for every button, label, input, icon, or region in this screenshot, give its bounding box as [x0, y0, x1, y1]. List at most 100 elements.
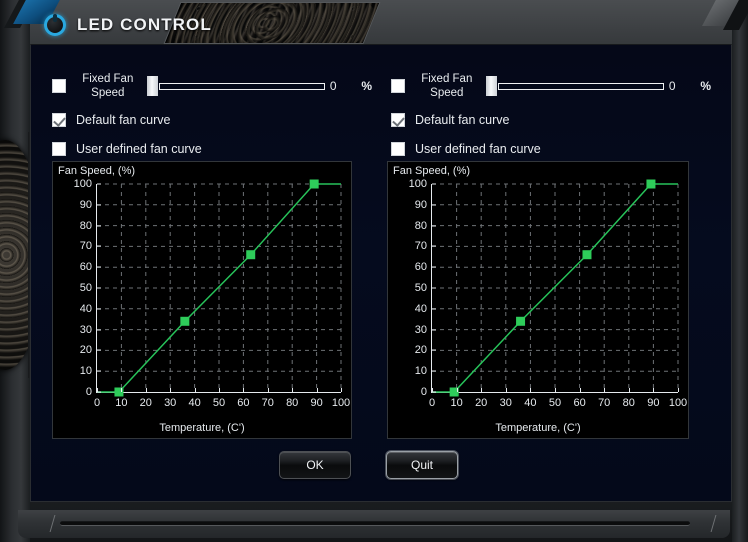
- chart-y-tick-mark: [432, 308, 436, 310]
- fixed-fan-speed-label-left: Fixed Fan Speed: [77, 72, 139, 100]
- chart-x-tick-mark: [653, 388, 655, 392]
- chart-plot-area-left[interactable]: 0 10 20 30 40 50 60 70 80 90 100 0 10 20 30 40 50 60 70 80 9…: [74, 178, 351, 409]
- user-defined-fan-curve-row-right[interactable]: User defined fan curve: [391, 142, 541, 156]
- knob-icon: [44, 14, 66, 36]
- fixed-fan-speed-checkbox-right[interactable]: [391, 79, 405, 93]
- fixed-fan-speed-label-right: Fixed Fan Speed: [416, 72, 478, 100]
- slider-thumb[interactable]: [485, 76, 497, 96]
- content-panel: Fixed Fan Speed 0 % Default fan curve Us…: [30, 44, 732, 502]
- chart-x-tick-mark: [316, 388, 318, 392]
- chart-x-tick-label: 60: [237, 397, 250, 409]
- fixed-fan-speed-slider-left[interactable]: [146, 75, 325, 97]
- chart-x-tick-label: 0: [93, 397, 101, 409]
- fan-curve-chart-left[interactable]: Fan Speed, (%) 0 10 20 30 40 50 60 70 80 90 100 0 10…: [52, 161, 352, 439]
- chart-x-tick-label: 50: [548, 397, 562, 409]
- chart-x-tick-mark: [219, 388, 220, 392]
- grill-screw-icon: [349, 35, 355, 38]
- chart-x-tick-mark: [267, 388, 269, 392]
- chart-x-tick-label: 20: [475, 397, 488, 409]
- chart-y-tick-mark: [432, 204, 436, 206]
- page-title: LED CONTROL: [77, 15, 212, 34]
- chart-y-tick-label: 70: [414, 240, 427, 253]
- chart-y-tick-mark: [432, 329, 436, 331]
- chart-y-tick-mark: [97, 329, 101, 331]
- chart-y-axis-title-left: Fan Speed, (%): [58, 165, 136, 177]
- chart-x-tick-mark: [292, 388, 294, 392]
- chart-x-tick-mark: [170, 388, 172, 392]
- fixed-fan-speed-checkbox-left[interactable]: [52, 79, 66, 93]
- chart-y-tick-label: 10: [79, 365, 92, 378]
- fixed-fan-speed-unit-left: %: [361, 79, 372, 93]
- fixed-fan-speed-value-right: 0: [668, 79, 676, 93]
- chart-y-tick-label: 20: [79, 344, 92, 357]
- chart-x-tick-label: 70: [261, 397, 274, 409]
- chart-x-tick-label: 100: [668, 397, 688, 409]
- chart-x-axis-title-right: Temperature, (C'): [495, 422, 581, 434]
- grill-screw-icon: [196, 7, 201, 10]
- chart-y-tick-mark: [432, 245, 436, 247]
- chart-x-tick-label: 30: [499, 397, 512, 409]
- default-fan-curve-row-left[interactable]: Default fan curve: [52, 113, 171, 127]
- fixed-fan-speed-label-line2: Speed: [91, 87, 125, 99]
- chart-x-tick-mark: [481, 388, 483, 392]
- fixed-fan-speed-slider-right[interactable]: [485, 75, 664, 97]
- fixed-fan-speed-label-line2: Speed: [430, 87, 464, 99]
- fixed-fan-speed-label-line1: Fixed Fan: [82, 73, 134, 85]
- chart-y-tick-label: 100: [73, 178, 92, 190]
- fan-panel-right: Fixed Fan Speed 0 % Default fan curve Us…: [382, 45, 731, 445]
- chart-y-tick-label: 50: [79, 282, 92, 294]
- user-defined-fan-curve-label-left: User defined fan curve: [76, 142, 202, 156]
- fixed-fan-speed-row-left: Fixed Fan Speed 0 %: [52, 66, 372, 106]
- chart-y-tick-label: 70: [79, 240, 92, 253]
- chart-y-tick-mark: [97, 204, 101, 206]
- user-defined-fan-curve-checkbox-right[interactable]: [391, 142, 405, 156]
- fixed-fan-speed-label-line1: Fixed Fan: [421, 73, 473, 85]
- chart-x-tick-mark: [505, 388, 507, 392]
- chart-y-tick-mark: [97, 349, 101, 351]
- user-defined-fan-curve-row-left[interactable]: User defined fan curve: [52, 142, 202, 156]
- dialog-button-row: OK Quit: [31, 445, 731, 495]
- chart-y-tick-mark: [432, 370, 436, 372]
- user-defined-fan-curve-label-right: User defined fan curve: [415, 142, 541, 156]
- chart-y-tick-label: 60: [414, 261, 427, 274]
- chart-x-tick-mark: [341, 388, 342, 392]
- chart-plot-area-right[interactable]: 0 10 20 30 40 50 60 70 80 90 100 0 10 20 30 40 50 60 70 80 9…: [409, 178, 688, 409]
- chart-x-tick-mark: [628, 388, 630, 392]
- chart-x-tick-mark: [530, 388, 532, 392]
- slider-track: [158, 83, 325, 90]
- slider-track: [497, 83, 664, 90]
- chart-x-tick-label: 40: [524, 397, 537, 409]
- quit-button[interactable]: Quit: [386, 451, 458, 479]
- chart-y-tick-label: 30: [414, 323, 427, 336]
- default-fan-curve-checkbox-left[interactable]: [52, 113, 66, 127]
- default-fan-curve-checkbox-right[interactable]: [391, 113, 405, 127]
- user-defined-fan-curve-checkbox-left[interactable]: [52, 142, 66, 156]
- chart-x-tick-label: 40: [188, 397, 201, 409]
- fixed-fan-speed-row-right: Fixed Fan Speed 0 %: [391, 66, 711, 106]
- chart-y-tick-mark: [97, 225, 101, 227]
- default-fan-curve-row-right[interactable]: Default fan curve: [391, 113, 510, 127]
- ok-button[interactable]: OK: [279, 451, 351, 479]
- chart-y-tick-label: 80: [79, 219, 92, 232]
- chart-y-tick-mark: [97, 308, 101, 310]
- titlebar: LED CONTROL: [44, 14, 212, 36]
- chart-x-tick-mark: [555, 388, 556, 392]
- fan-panel-left: Fixed Fan Speed 0 % Default fan curve Us…: [31, 45, 382, 445]
- chart-y-tick-mark: [432, 349, 436, 351]
- chart-x-tick-label: 70: [598, 397, 611, 409]
- chart-x-tick-label: 90: [310, 397, 323, 409]
- fan-columns: Fixed Fan Speed 0 % Default fan curve Us…: [31, 45, 731, 445]
- chart-x-tick-label: 30: [164, 397, 177, 409]
- fan-curve-chart-right[interactable]: Fan Speed, (%) 0 10 20 30 40 50 60 70 80 90 100 0 10…: [387, 161, 689, 439]
- fixed-fan-speed-value-left: 0: [329, 79, 337, 93]
- chart-y-tick-mark: [97, 287, 101, 289]
- chart-y-tick-label: 40: [414, 302, 427, 315]
- chart-x-tick-label: 90: [647, 397, 660, 409]
- grill-screw-icon: [351, 7, 356, 10]
- chart-y-tick-mark: [97, 183, 101, 185]
- slider-thumb[interactable]: [146, 76, 158, 96]
- chart-y-tick-label: 60: [79, 261, 92, 274]
- chart-y-tick-label: 10: [414, 365, 427, 378]
- chart-y-tick-mark: [97, 266, 101, 268]
- chart-x-tick-mark: [194, 388, 196, 392]
